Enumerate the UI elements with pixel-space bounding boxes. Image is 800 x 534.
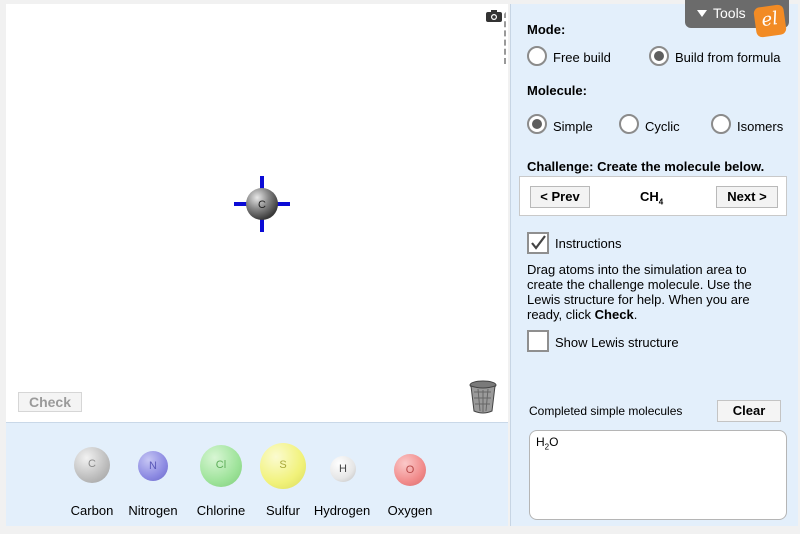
control-panel: Tools el Mode: Free build Build from for… [510,0,798,526]
bond-site-bottom [260,219,264,232]
instructions-text-body: Drag atoms into the simulation area to c… [527,262,752,322]
prev-button[interactable]: < Prev [530,186,590,208]
bond-site-left [234,202,247,206]
hydrogen-symbol: H [339,463,347,475]
tools-label: Tools [713,5,746,21]
mode-heading: Mode: [527,22,566,37]
instructions-label: Instructions [555,236,622,251]
camera-icon[interactable] [486,10,502,22]
cyclic-label: Cyclic [645,119,680,134]
instructions-checkbox[interactable] [527,232,549,254]
nitrogen-atom-source[interactable]: N [138,451,168,481]
checkmark-icon [531,235,546,250]
isomers-label: Isomers [737,119,784,134]
radio-simple[interactable] [527,114,547,134]
formula-subscript: 4 [658,197,664,207]
free-build-label: Free build [553,50,611,65]
completed-entry-water: H2O [536,435,780,451]
simple-label: Simple [553,119,593,134]
oxygen-atom-source[interactable]: O [394,454,426,486]
sulfur-symbol: S [279,459,287,471]
sulfur-atom-source[interactable]: S [260,443,306,489]
bond-site-top [260,176,264,189]
explorelearning-logo: el [753,4,787,38]
bond-site-right [277,202,290,206]
check-button[interactable]: Check [18,392,82,412]
challenge-box: < Prev CH4 Next > [519,176,787,216]
show-lewis-checkbox[interactable] [527,330,549,352]
nitrogen-symbol: N [149,460,157,472]
completed-molecules-list: H2O [529,430,787,520]
chlorine-symbol: Cl [215,459,227,471]
carbon-atom-placed[interactable]: C [234,176,290,232]
formula-main: CH [640,189,659,204]
oxygen-symbol: O [405,464,415,476]
triangle-down-icon [697,10,707,17]
entry-h: H [536,435,545,449]
next-button[interactable]: Next > [716,186,778,208]
build-from-formula-label: Build from formula [675,50,781,65]
simulation-area[interactable]: C Check [6,4,508,422]
atom-tray: C Carbon N Nitrogen Cl Chlorine S Sulfur… [6,422,508,526]
molecule-heading: Molecule: [527,83,587,98]
chlorine-atom-source[interactable]: Cl [200,445,242,487]
radio-build-from-formula[interactable] [649,46,669,66]
radio-free-build[interactable] [527,46,547,66]
entry-o: O [549,435,559,449]
carbon-atom-source[interactable]: C [74,447,110,483]
oxygen-label: Oxygen [387,503,433,518]
trash-can-icon[interactable] [468,380,498,414]
hydrogen-atom-source[interactable]: H [330,456,356,482]
instructions-text-end: . [633,307,638,322]
instructions-text-check: Check [594,307,634,322]
completed-molecules-label: Completed simple molecules [529,404,683,418]
radio-cyclic[interactable] [619,114,639,134]
challenge-heading: Challenge: Create the molecule below. [527,159,765,174]
challenge-formula: CH4 [640,189,663,207]
carbon-symbol: C [88,458,96,470]
clear-button[interactable]: Clear [717,400,781,422]
instructions-text: Drag atoms into the simulation area to c… [527,262,777,322]
show-lewis-label: Show Lewis structure [555,335,679,350]
center-atom-symbol: C [258,199,266,211]
radio-isomers[interactable] [711,114,731,134]
